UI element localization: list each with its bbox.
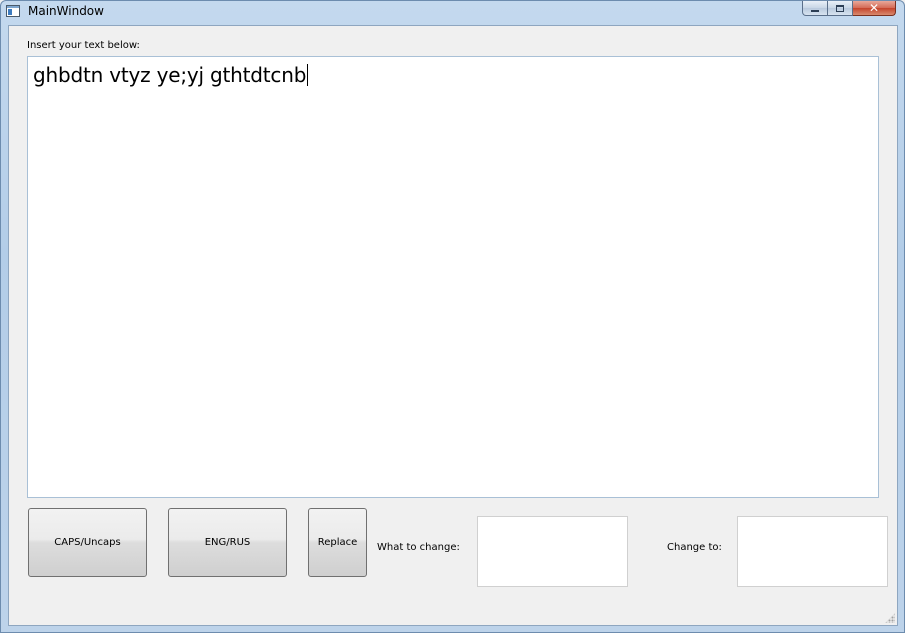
text-editor[interactable]: ghbdtn vtyz ye;yj gthtdtcnb bbox=[27, 56, 879, 498]
insert-text-label: Insert your text below: bbox=[27, 40, 140, 51]
change-to-input[interactable] bbox=[737, 516, 888, 587]
size-grip-icon[interactable] bbox=[885, 613, 895, 623]
minimize-icon bbox=[811, 9, 819, 12]
close-icon: ✕ bbox=[868, 1, 880, 15]
minimize-button[interactable] bbox=[802, 1, 828, 16]
change-to-label: Change to: bbox=[667, 542, 722, 553]
caps-uncaps-button[interactable]: CAPS/Uncaps bbox=[28, 508, 147, 577]
window-title: MainWindow bbox=[28, 4, 104, 18]
text-caret bbox=[307, 64, 309, 86]
editor-text-value: ghbdtn vtyz ye;yj gthtdtcnb bbox=[33, 63, 307, 87]
main-window: MainWindow ✕ Insert your text below: ghb… bbox=[0, 0, 905, 633]
eng-rus-button[interactable]: ENG/RUS bbox=[168, 508, 287, 577]
what-to-change-input[interactable] bbox=[477, 516, 628, 587]
app-window-icon[interactable] bbox=[6, 5, 20, 17]
replace-button[interactable]: Replace bbox=[308, 508, 367, 577]
client-area: Insert your text below: ghbdtn vtyz ye;y… bbox=[8, 25, 898, 626]
close-button[interactable]: ✕ bbox=[853, 1, 896, 16]
title-bar[interactable]: MainWindow ✕ bbox=[1, 1, 904, 23]
editor-content: ghbdtn vtyz ye;yj gthtdtcnb bbox=[33, 63, 309, 87]
caption-buttons: ✕ bbox=[802, 1, 896, 16]
maximize-icon bbox=[836, 4, 844, 12]
what-to-change-label: What to change: bbox=[377, 542, 460, 553]
maximize-button[interactable] bbox=[828, 1, 853, 16]
